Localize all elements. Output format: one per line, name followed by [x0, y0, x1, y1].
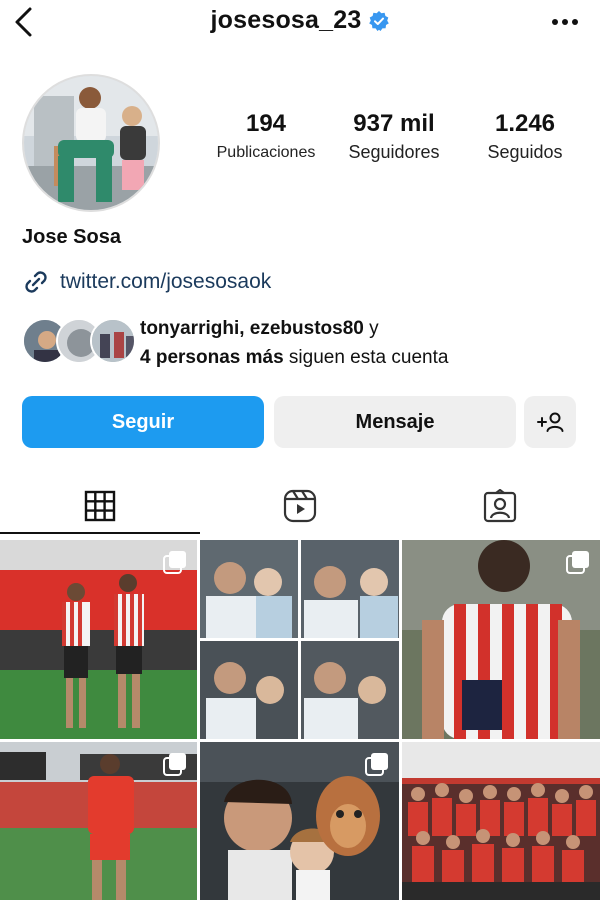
posts-label: Publicaciones [216, 144, 316, 161]
avatar-photo [24, 76, 158, 210]
post-thumbnail[interactable] [200, 742, 399, 900]
followers-label: Seguidores [348, 142, 440, 162]
post-image [402, 742, 600, 900]
mutual-more: 4 personas más [140, 347, 284, 368]
posts-grid [0, 540, 600, 900]
following-count[interactable]: 1.246 Seguidos [468, 110, 582, 163]
more-dots-icon [552, 19, 578, 25]
add-person-icon [537, 412, 564, 432]
tab-grid[interactable] [0, 478, 200, 534]
follow-button[interactable]: Seguir [22, 396, 264, 448]
post-thumbnail[interactable] [402, 540, 600, 739]
profile-link[interactable]: twitter.com/josesosaok [22, 268, 271, 296]
reels-icon [283, 489, 317, 523]
profile-tabs [0, 478, 600, 534]
tagged-icon [483, 489, 517, 523]
following-value: 1.246 [494, 110, 556, 137]
posts-value: 194 [245, 110, 287, 137]
verified-badge-icon [369, 10, 390, 31]
message-button[interactable]: Mensaje [274, 396, 516, 448]
profile-stats: 194 Publicaciones 937 mil Seguidores 1.2… [206, 110, 582, 180]
mutual-followers-text: tonyarrighi, ezebustos80 y 4 personas má… [140, 314, 448, 372]
following-label: Seguidos [487, 142, 563, 162]
post-image [200, 540, 399, 739]
tab-tagged[interactable] [400, 478, 600, 534]
grid-icon [84, 490, 116, 522]
mutual-names: tonyarrighi, ezebustos80 [140, 318, 364, 339]
post-thumbnail[interactable] [0, 742, 197, 900]
posts-count[interactable]: 194 Publicaciones [206, 110, 326, 162]
mutual-followers[interactable]: tonyarrighi, ezebustos80 y 4 personas má… [22, 312, 582, 372]
mutual-connector: y [363, 318, 379, 339]
post-thumbnail[interactable] [0, 540, 197, 739]
profile-avatar[interactable] [22, 74, 160, 212]
mutual-avatars [22, 318, 136, 364]
top-bar: josesosa_23 [0, 0, 600, 48]
followers-value: 937 mil [353, 110, 435, 137]
tab-reels[interactable] [200, 478, 400, 534]
multi-post-icon [163, 551, 186, 574]
more-options-button[interactable] [550, 10, 580, 34]
followers-count[interactable]: 937 mil Seguidores [334, 110, 454, 163]
profile-full-name: Jose Sosa [22, 226, 121, 248]
multi-post-icon [365, 753, 388, 776]
suggest-people-button[interactable] [524, 396, 576, 448]
mutual-suffix: siguen esta cuenta [283, 347, 449, 368]
multi-post-icon [566, 551, 589, 574]
multi-post-icon [163, 753, 186, 776]
post-thumbnail[interactable] [200, 540, 399, 739]
link-icon [25, 271, 47, 293]
mutual-avatar [90, 318, 136, 364]
profile-link-text: twitter.com/josesosaok [60, 270, 272, 293]
profile-username: josesosa_23 [210, 6, 362, 34]
post-thumbnail[interactable] [402, 742, 600, 900]
